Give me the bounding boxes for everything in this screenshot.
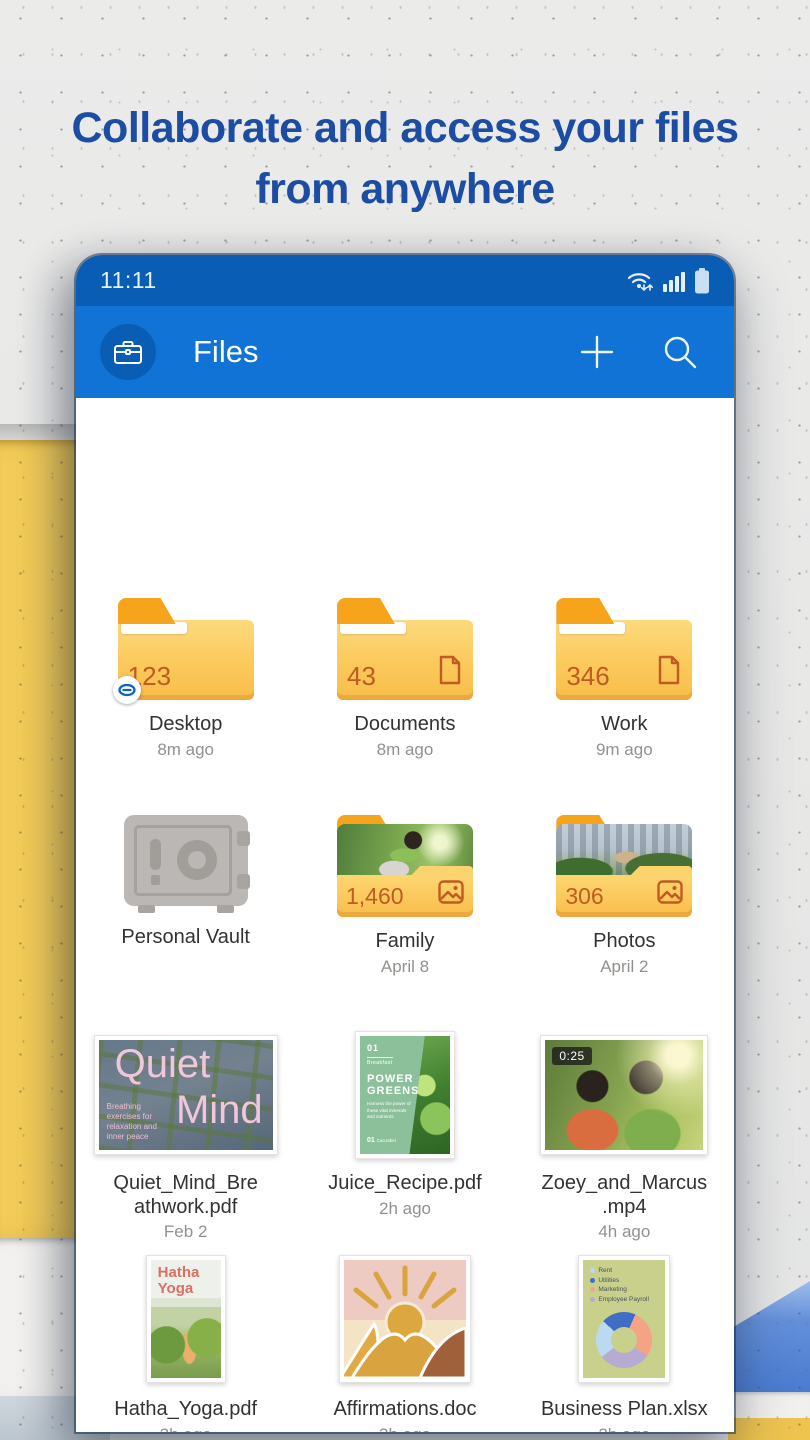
status-icons xyxy=(626,268,710,294)
file-thumbnail: Rent Utilities Marketing Employee Payrol… xyxy=(583,1260,665,1378)
status-time: 11:11 xyxy=(100,267,157,294)
document-icon xyxy=(437,655,463,690)
file-tile-zoey-video[interactable]: 0:25 Zoey_and_Marcus.mp4 4h ago xyxy=(515,1031,734,1242)
status-bar: 11:11 xyxy=(76,255,734,306)
folder-name: Work xyxy=(539,713,709,737)
file-tile-hatha-yoga[interactable]: Hatha Yoga Hatha_Yoga.pdf 2h ago xyxy=(76,1253,295,1432)
file-thumbnail: Hatha Yoga xyxy=(151,1260,221,1378)
hero-title: Collaborate and access your files from a… xyxy=(55,98,755,220)
folder-item-count: 1,460 xyxy=(346,883,404,910)
folder-meta: 8m ago xyxy=(377,740,434,760)
folder-meta: 8m ago xyxy=(157,740,214,760)
file-tile-quiet-mind[interactable]: Quiet Mind Breathing exercises for relax… xyxy=(76,1031,295,1242)
file-thumbnail: Quiet Mind Breathing exercises for relax… xyxy=(99,1040,273,1150)
folder-tile-desktop[interactable]: 123 Desktop 8m ago xyxy=(76,598,295,760)
appbar-actions xyxy=(579,334,710,370)
thumb-text: Hatha xyxy=(158,1265,200,1281)
shared-link-icon xyxy=(113,676,141,704)
folder-name: Personal Vault xyxy=(101,926,271,950)
file-thumbnail xyxy=(344,1260,466,1378)
folder-name: Photos xyxy=(539,930,709,954)
file-meta: 2h ago xyxy=(379,1199,431,1219)
wifi-icon xyxy=(626,268,656,294)
photo-folder-icon: 306 xyxy=(556,815,692,917)
file-thumbnail: 01 Breakfast POWER GREENS Harness the po… xyxy=(360,1036,450,1154)
thumb-text: Breathing exercises for relaxation and i… xyxy=(107,1102,163,1142)
folder-tile-photos[interactable]: 306 Photos April 2 xyxy=(515,815,734,977)
file-tile-affirmations[interactable]: Affirmations.doc 3h ago xyxy=(295,1253,514,1432)
app-bar: Files xyxy=(76,306,734,398)
file-thumbnail: 0:25 xyxy=(545,1040,703,1150)
thumb-text: GREENS xyxy=(367,1085,450,1097)
folder-icon: 123 xyxy=(118,598,254,700)
folder-name: Family xyxy=(320,930,490,954)
legend-label: Rent xyxy=(598,1267,612,1274)
folder-name: Desktop xyxy=(101,713,271,737)
image-icon xyxy=(438,880,464,909)
briefcase-icon xyxy=(113,338,143,366)
signal-icon xyxy=(663,268,687,294)
file-name: Business Plan.xlsx xyxy=(539,1398,709,1422)
document-icon xyxy=(656,655,682,690)
thumb-text: POWER xyxy=(367,1073,450,1085)
battery-icon xyxy=(694,268,710,294)
donut-chart xyxy=(596,1312,652,1368)
background-paper-white-right xyxy=(728,1392,810,1418)
legend-label: Employee Payroll xyxy=(598,1296,649,1303)
file-meta: 2h ago xyxy=(598,1425,650,1432)
folder-icon: 346 xyxy=(556,598,692,700)
file-name: Zoey_and_Marcus.mp4 xyxy=(539,1172,709,1219)
file-tile-business-plan[interactable]: Rent Utilities Marketing Employee Payrol… xyxy=(515,1253,734,1432)
thumb-text: Yoga xyxy=(158,1281,200,1297)
file-name: Affirmations.doc xyxy=(320,1398,490,1422)
sun-illustration xyxy=(344,1260,466,1378)
thumb-text: Harness the power of these vital mineral… xyxy=(367,1101,413,1120)
page-title: Files xyxy=(193,334,258,370)
background-paper-yellow-right xyxy=(728,1418,810,1440)
thumb-text: Breakfast xyxy=(367,1060,450,1066)
file-meta: 2h ago xyxy=(160,1425,212,1432)
folder-item-count: 43 xyxy=(347,661,376,692)
vault-safe-icon xyxy=(122,815,250,913)
file-meta: 3h ago xyxy=(379,1425,431,1432)
image-icon xyxy=(657,880,683,909)
thumb-text: 01 xyxy=(367,1137,375,1144)
file-name: Hatha_Yoga.pdf xyxy=(101,1398,271,1422)
folder-icon: 43 xyxy=(337,598,473,700)
folder-tile-family[interactable]: 1,460 Family April 8 xyxy=(295,815,514,977)
file-meta: Feb 2 xyxy=(164,1222,207,1242)
folder-meta: 9m ago xyxy=(596,740,653,760)
folder-name: Documents xyxy=(320,713,490,737)
legend-label: Utilities xyxy=(598,1277,619,1284)
account-button[interactable] xyxy=(100,324,156,380)
legend-label: Marketing xyxy=(598,1286,627,1293)
chart-legend: Rent Utilities Marketing Employee Payrol… xyxy=(590,1267,649,1305)
folder-tile-work[interactable]: 346 Work 9m ago xyxy=(515,598,734,760)
background-paper-blue-right xyxy=(728,1281,810,1393)
folder-tile-personal-vault[interactable]: Personal Vault xyxy=(76,815,295,977)
file-name: Juice_Recipe.pdf xyxy=(320,1172,490,1196)
search-icon[interactable] xyxy=(662,334,698,370)
thumb-text: Quiet xyxy=(115,1042,211,1087)
thumb-text: Mind xyxy=(176,1088,263,1133)
folder-meta: April 2 xyxy=(600,957,648,977)
thumb-text: 01 xyxy=(367,1043,450,1053)
file-grid: 123 Desktop 8m ago 43 xyxy=(76,398,734,1432)
thumb-text: Cucumber xyxy=(377,1138,396,1143)
phone-frame: 11:11 xyxy=(76,255,734,1432)
add-icon[interactable] xyxy=(579,334,615,370)
folder-tile-documents[interactable]: 43 Documents 8m ago xyxy=(295,598,514,760)
video-duration-badge: 0:25 xyxy=(552,1047,591,1065)
folder-meta: April 8 xyxy=(381,957,429,977)
photo-folder-icon: 1,460 xyxy=(337,815,473,917)
file-name: Quiet_Mind_Breathwork.pdf xyxy=(111,1172,261,1219)
folder-item-count: 346 xyxy=(566,661,609,692)
file-meta: 4h ago xyxy=(598,1222,650,1242)
folder-item-count: 306 xyxy=(565,883,603,910)
file-tile-juice-recipe[interactable]: 01 Breakfast POWER GREENS Harness the po… xyxy=(295,1031,514,1242)
